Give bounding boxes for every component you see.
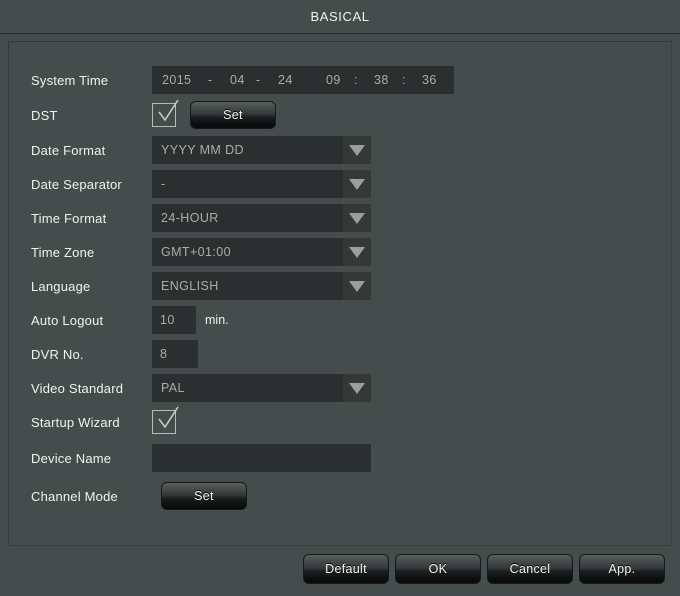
system-time-control: 2015 - 04 - 24 09 : 38 : 36 xyxy=(152,66,454,94)
chevron-down-icon[interactable] xyxy=(343,374,371,402)
time-format-select[interactable]: 24-HOUR xyxy=(152,204,371,232)
label-system-time: System Time xyxy=(31,72,109,88)
language-control: ENGLISH xyxy=(152,272,371,300)
system-time-hour[interactable]: 09 xyxy=(326,73,354,87)
checkmark-icon xyxy=(158,406,179,429)
dst-control: Set xyxy=(152,99,276,129)
dst-checkbox[interactable] xyxy=(152,99,179,127)
startup-wizard-control xyxy=(152,406,179,434)
system-time-day[interactable]: 24 xyxy=(278,73,326,87)
label-video-standard: Video Standard xyxy=(31,380,124,396)
label-auto-logout: Auto Logout xyxy=(31,312,104,328)
date-format-select[interactable]: YYYY MM DD xyxy=(152,136,371,164)
language-select[interactable]: ENGLISH xyxy=(152,272,371,300)
time-zone-select[interactable]: GMT+01:00 xyxy=(152,238,371,266)
channel-mode-control: Set xyxy=(161,482,247,510)
auto-logout-unit: min. xyxy=(205,313,229,327)
date-separator-control: - xyxy=(152,170,371,198)
time-format-control: 24-HOUR xyxy=(152,204,371,232)
auto-logout-input[interactable]: 10 xyxy=(152,306,196,334)
chevron-down-icon[interactable] xyxy=(343,136,371,164)
system-time-minute[interactable]: 38 xyxy=(374,73,402,87)
system-time-sep-2: - xyxy=(256,73,261,87)
dvr-no-control: 8 xyxy=(152,340,198,368)
video-standard-value: PAL xyxy=(161,381,185,395)
channel-mode-set-button[interactable]: Set xyxy=(161,482,247,510)
device-name-control xyxy=(152,444,371,472)
time-zone-value: GMT+01:00 xyxy=(161,245,231,259)
system-time-year[interactable]: 2015 xyxy=(162,73,208,87)
system-time-second[interactable]: 36 xyxy=(422,73,450,87)
ok-button[interactable]: OK xyxy=(395,554,481,584)
system-time-month[interactable]: 04 xyxy=(230,73,256,87)
default-button[interactable]: Default xyxy=(303,554,389,584)
time-format-value: 24-HOUR xyxy=(161,211,219,225)
system-time-sep-1: - xyxy=(208,73,213,87)
date-format-control: YYYY MM DD xyxy=(152,136,371,164)
chevron-down-icon[interactable] xyxy=(343,238,371,266)
cancel-button[interactable]: Cancel xyxy=(487,554,573,584)
startup-wizard-checkbox[interactable] xyxy=(152,406,179,434)
page-title: BASICAL xyxy=(310,9,370,24)
label-language: Language xyxy=(31,278,91,294)
date-format-value: YYYY MM DD xyxy=(161,143,244,157)
chevron-down-icon[interactable] xyxy=(343,170,371,198)
window-titlebar: BASICAL xyxy=(0,0,680,34)
label-date-separator: Date Separator xyxy=(31,176,122,192)
chevron-down-icon[interactable] xyxy=(343,204,371,232)
chevron-down-icon[interactable] xyxy=(343,272,371,300)
system-time-colon-1: : xyxy=(354,73,358,87)
video-standard-control: PAL xyxy=(152,374,371,402)
settings-panel: System Time 2015 - 04 - 24 09 : 38 : 36 xyxy=(8,41,672,546)
system-time-field[interactable]: 2015 - 04 - 24 09 : 38 : 36 xyxy=(152,66,454,94)
label-dst: DST xyxy=(31,107,58,123)
language-value: ENGLISH xyxy=(161,279,219,293)
device-name-input[interactable] xyxy=(152,444,371,472)
label-time-zone: Time Zone xyxy=(31,244,95,260)
video-standard-select[interactable]: PAL xyxy=(152,374,371,402)
apply-button[interactable]: App. xyxy=(579,554,665,584)
date-separator-value: - xyxy=(161,177,166,191)
auto-logout-control: 10 xyxy=(152,306,196,334)
label-startup-wizard: Startup Wizard xyxy=(31,414,120,430)
system-time-colon-2: : xyxy=(402,73,406,87)
basical-settings-window: BASICAL System Time 2015 - 04 - 24 09 : … xyxy=(0,0,680,596)
label-channel-mode: Channel Mode xyxy=(31,488,118,504)
label-date-format: Date Format xyxy=(31,142,106,158)
label-time-format: Time Format xyxy=(31,210,107,226)
label-device-name: Device Name xyxy=(31,450,112,466)
checkmark-icon xyxy=(158,99,179,122)
date-separator-select[interactable]: - xyxy=(152,170,371,198)
dst-set-button[interactable]: Set xyxy=(190,101,276,129)
dialog-button-bar: Default OK Cancel App. xyxy=(0,546,680,596)
label-dvr-no: DVR No. xyxy=(31,346,84,362)
dvr-no-input[interactable]: 8 xyxy=(152,340,198,368)
time-zone-control: GMT+01:00 xyxy=(152,238,371,266)
